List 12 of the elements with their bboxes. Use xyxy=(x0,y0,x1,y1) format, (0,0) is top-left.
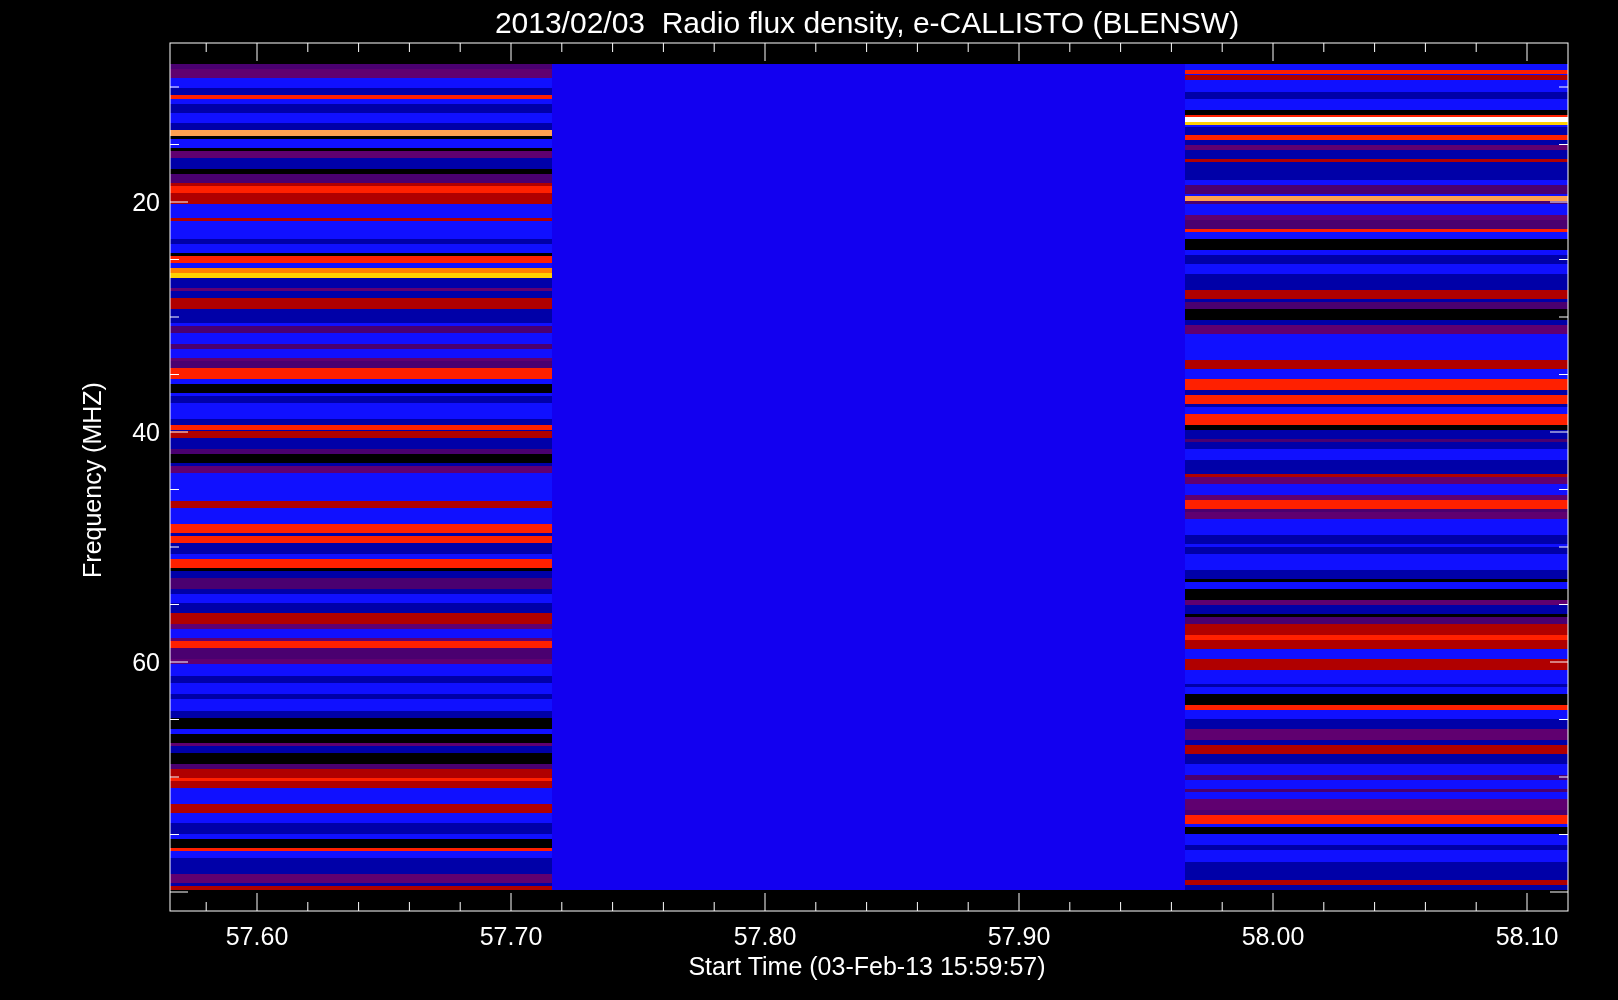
tick-label: 20 xyxy=(132,188,160,216)
axis-label: Start Time (03-Feb-13 15:59:57) xyxy=(688,952,1046,980)
tick-label: 57.90 xyxy=(987,922,1051,950)
tick-label: 58.10 xyxy=(1495,922,1559,950)
tick-label: 60 xyxy=(132,648,160,676)
tick-label: 58.00 xyxy=(1241,922,1305,950)
tick-label: 57.80 xyxy=(733,922,797,950)
chart-title: 2013/02/03 Radio flux density, e-CALLISTO (BLENSW) xyxy=(494,6,1240,39)
tick-label: 57.70 xyxy=(479,922,543,950)
tick-label: 40 xyxy=(132,418,160,446)
axis-label: Frequency (MHZ) xyxy=(78,382,106,578)
tick-label: 57.60 xyxy=(225,922,289,950)
